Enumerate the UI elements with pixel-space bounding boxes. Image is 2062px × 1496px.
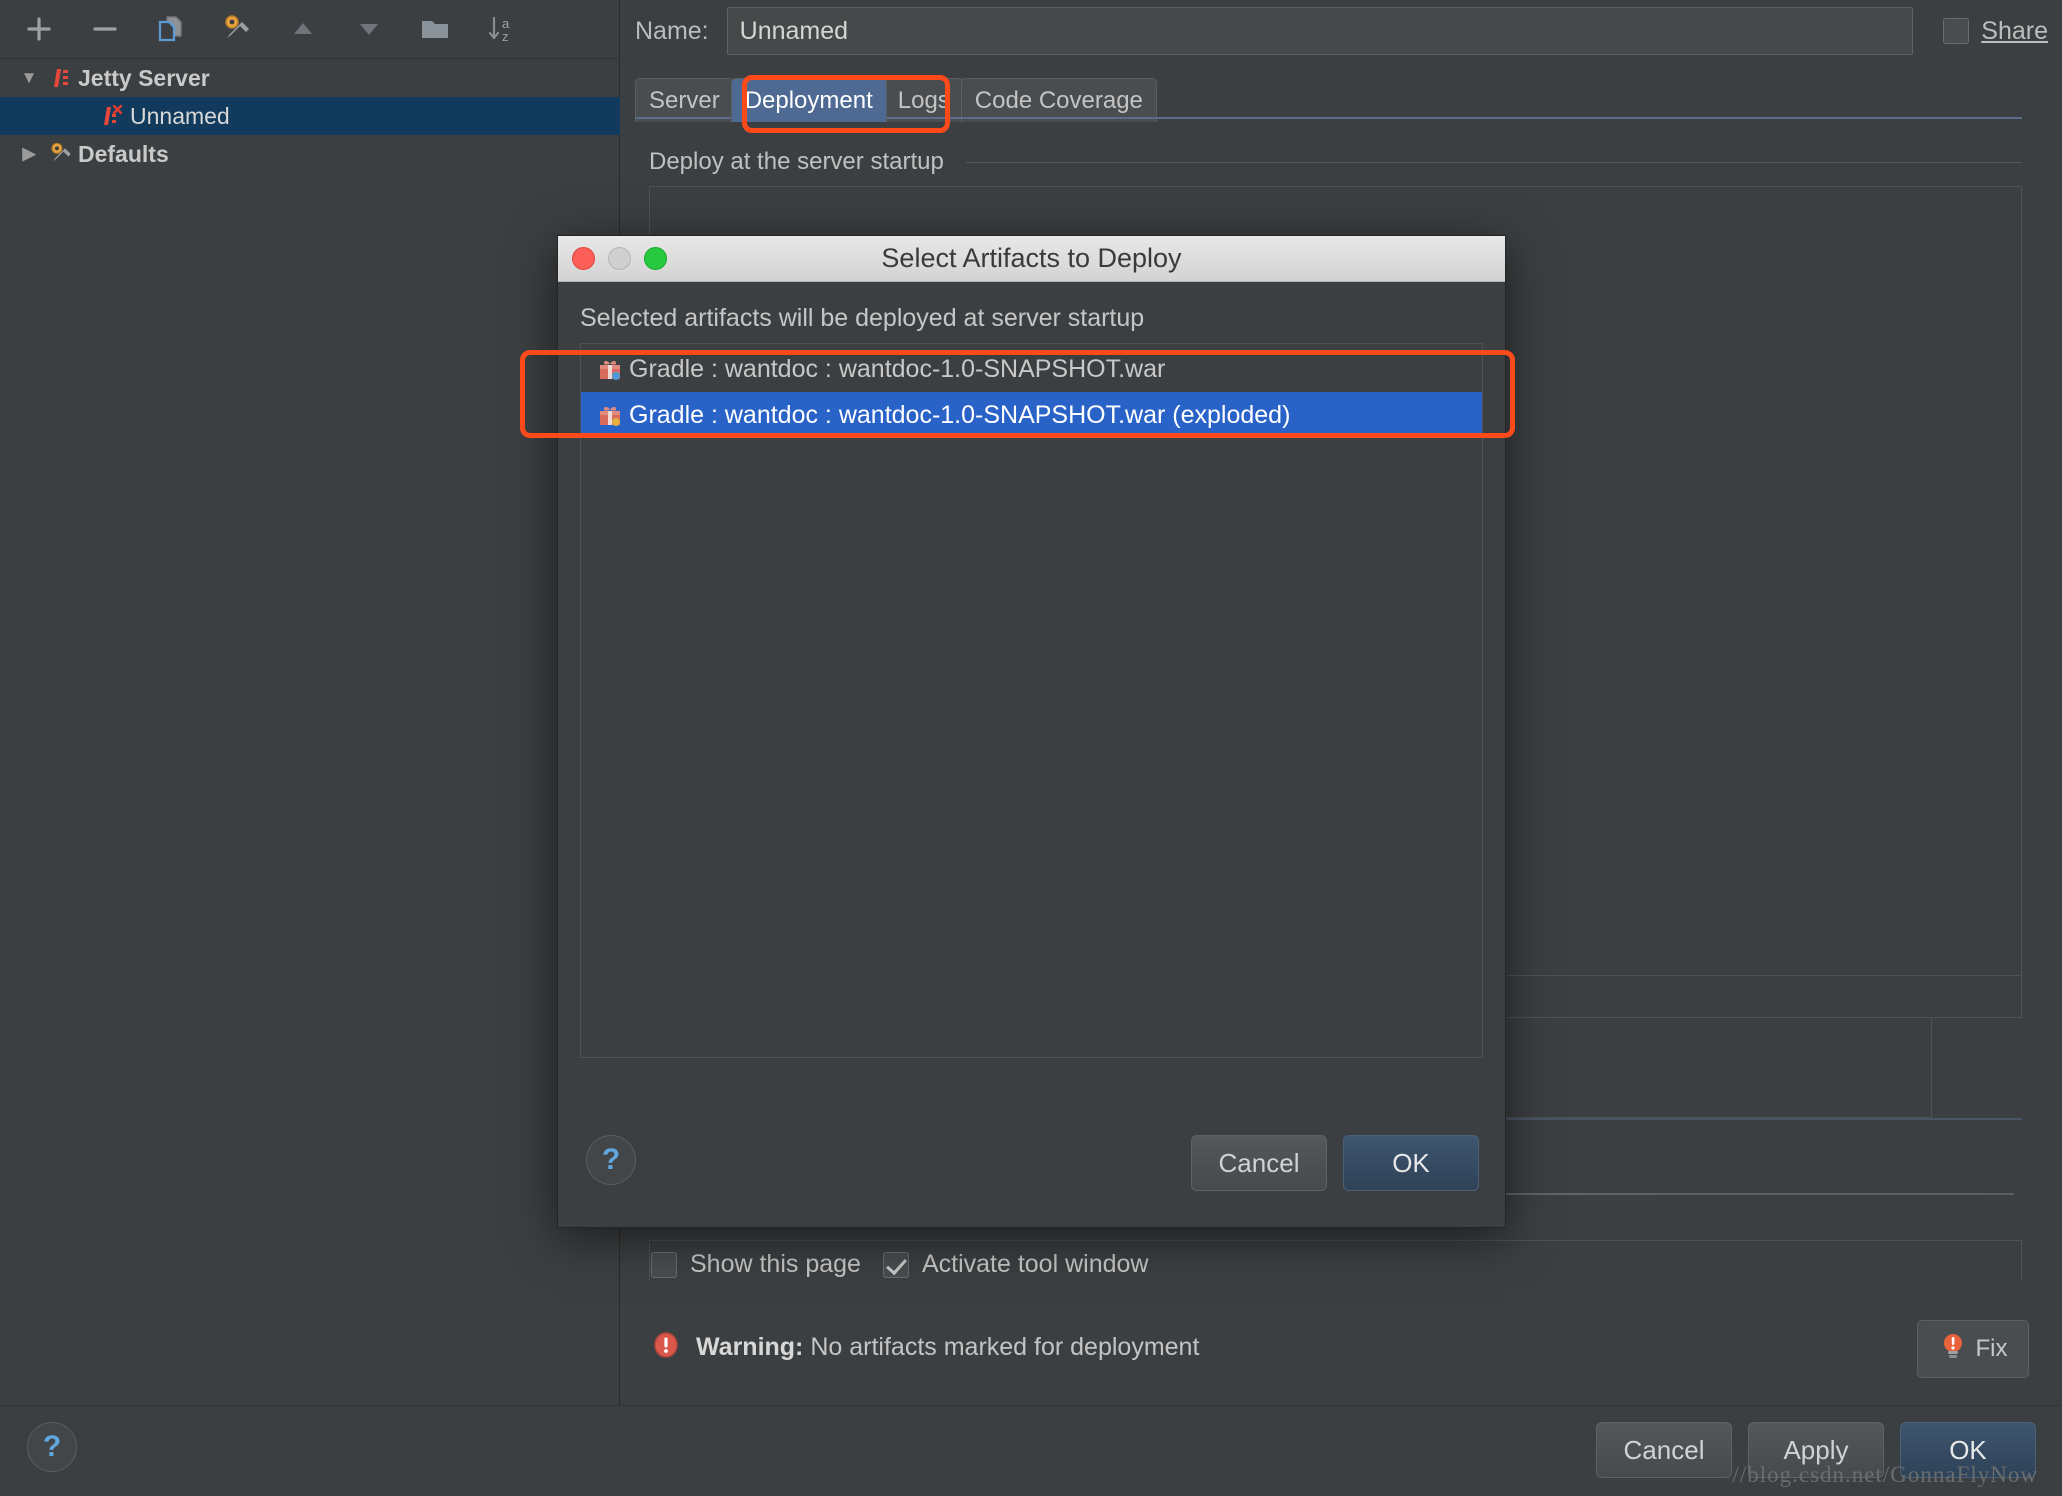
warning-icon (651, 1330, 681, 1365)
ide-run-configurations-window: a z ▼ Jetty Server Unnamed ▶ Defaults Na… (0, 0, 2062, 1496)
jetty-error-icon (96, 104, 130, 128)
checkbox-label: Activate tool window (921, 1250, 1149, 1278)
wrench-icon (44, 141, 78, 167)
tab-label: Server (649, 86, 720, 114)
tree-node-unnamed[interactable]: Unnamed (0, 97, 620, 135)
dialog-footer: ? Cancel OK (558, 1107, 1505, 1227)
share-checkbox[interactable]: Share (1943, 17, 2048, 46)
cancel-button[interactable]: Cancel (1596, 1422, 1732, 1478)
tab-code-coverage[interactable]: Code Coverage (960, 78, 1157, 122)
share-checkbox-box[interactable] (1943, 18, 1970, 44)
name-label: Name: (635, 16, 709, 45)
options-checkbox-row: Show this page Activate tool window (651, 1250, 1148, 1279)
tree-node-label: Unnamed (130, 102, 230, 129)
name-input[interactable] (726, 7, 1914, 55)
jetty-icon (44, 66, 78, 90)
warning-message: Warning: No artifacts marked for deploym… (651, 1330, 1199, 1365)
tree-node-jetty-server[interactable]: ▼ Jetty Server (0, 59, 620, 97)
share-label: Share (1981, 16, 2048, 45)
tab-server[interactable]: Server (635, 78, 734, 122)
artifact-war-exploded-icon (591, 402, 629, 428)
window-bottom-bar: ? Cancel Apply OK //blog.csdn.net/GonnaF… (0, 1405, 2062, 1496)
dialog-actions: Cancel OK (1191, 1135, 1479, 1191)
help-button[interactable]: ? (27, 1422, 77, 1472)
checkbox-box[interactable] (651, 1251, 677, 1278)
tree-node-label: Jetty Server (78, 64, 210, 91)
fix-label: Fix (1975, 1335, 2008, 1362)
chevron-down-icon[interactable]: ▼ (14, 68, 44, 88)
ok-button[interactable]: OK (1900, 1422, 2036, 1478)
chevron-right-icon[interactable]: ▶ (14, 144, 44, 164)
select-artifacts-dialog: Select Artifacts to Deploy Selected arti… (557, 235, 1506, 1228)
sort-az-icon[interactable]: a z (480, 8, 522, 50)
list-item[interactable]: Gradle : wantdoc : wantdoc-1.0-SNAPSHOT.… (581, 392, 1482, 438)
triangle-up-icon[interactable] (282, 8, 324, 50)
close-icon[interactable] (572, 247, 595, 270)
checkbox-box[interactable] (882, 1251, 909, 1278)
artifact-list[interactable]: Gradle : wantdoc : wantdoc-1.0-SNAPSHOT.… (580, 343, 1483, 1058)
apply-button[interactable]: Apply (1748, 1422, 1884, 1478)
dialog-title: Select Artifacts to Deploy (881, 243, 1182, 273)
artifact-war-icon (591, 356, 629, 382)
tab-label: Logs (897, 86, 950, 114)
list-item[interactable]: Gradle : wantdoc : wantdoc-1.0-SNAPSHOT.… (581, 346, 1482, 392)
tab-bar[interactable]: Server Deployment Logs Code Coverage (635, 74, 1157, 122)
deploy-section-label: Deploy at the server startup (649, 148, 944, 175)
dialog-ok-button[interactable]: OK (1343, 1135, 1479, 1191)
warning-text: Warning: No artifacts marked for deploym… (696, 1333, 1199, 1362)
remove-button[interactable] (84, 8, 126, 50)
configurations-tree[interactable]: ▼ Jetty Server Unnamed ▶ Defaults (0, 58, 620, 1405)
help-button[interactable]: ? (586, 1135, 636, 1185)
tab-label: Code Coverage (974, 86, 1143, 114)
checkbox-label: Show this page (690, 1250, 861, 1278)
minimize-icon[interactable] (608, 247, 631, 270)
configurations-sidebar: a z ▼ Jetty Server Unnamed ▶ Defaults (0, 0, 620, 1405)
maximize-icon[interactable] (644, 247, 667, 270)
tab-logs[interactable]: Logs (883, 78, 964, 122)
wrench-icon[interactable] (216, 8, 258, 50)
name-row: Name: Share (621, 0, 2062, 62)
warning-detail: No artifacts marked for deployment (810, 1333, 1200, 1361)
dialog-titlebar: Select Artifacts to Deploy (558, 236, 1505, 282)
window-controls[interactable] (572, 247, 667, 270)
sidebar-toolbar: a z (0, 0, 620, 58)
triangle-down-icon[interactable] (348, 8, 390, 50)
dialog-subtitle: Selected artifacts will be deployed at s… (580, 304, 1145, 332)
tree-node-defaults[interactable]: ▶ Defaults (0, 135, 620, 173)
show-this-page-checkbox[interactable]: Show this page (651, 1250, 861, 1279)
section-divider (966, 162, 2022, 163)
add-button[interactable] (18, 8, 60, 50)
svg-text:z: z (502, 29, 509, 44)
warning-prefix: Warning: (696, 1333, 804, 1361)
copy-icon[interactable] (150, 8, 192, 50)
fix-button[interactable]: Fix (1917, 1320, 2029, 1378)
list-item-label: Gradle : wantdoc : wantdoc-1.0-SNAPSHOT.… (629, 354, 1166, 383)
lightbulb-warning-icon (1939, 1331, 1967, 1368)
tab-label: Deployment (744, 86, 873, 114)
dialog-cancel-button[interactable]: Cancel (1191, 1135, 1327, 1191)
window-actions: Cancel Apply OK (1596, 1422, 2036, 1478)
list-item-label: Gradle : wantdoc : wantdoc-1.0-SNAPSHOT.… (629, 400, 1291, 429)
activate-tool-window-checkbox[interactable]: Activate tool window (882, 1250, 1149, 1279)
tab-deployment[interactable]: Deployment (730, 78, 887, 122)
tree-node-label: Defaults (78, 140, 169, 167)
folder-icon[interactable] (414, 8, 456, 50)
